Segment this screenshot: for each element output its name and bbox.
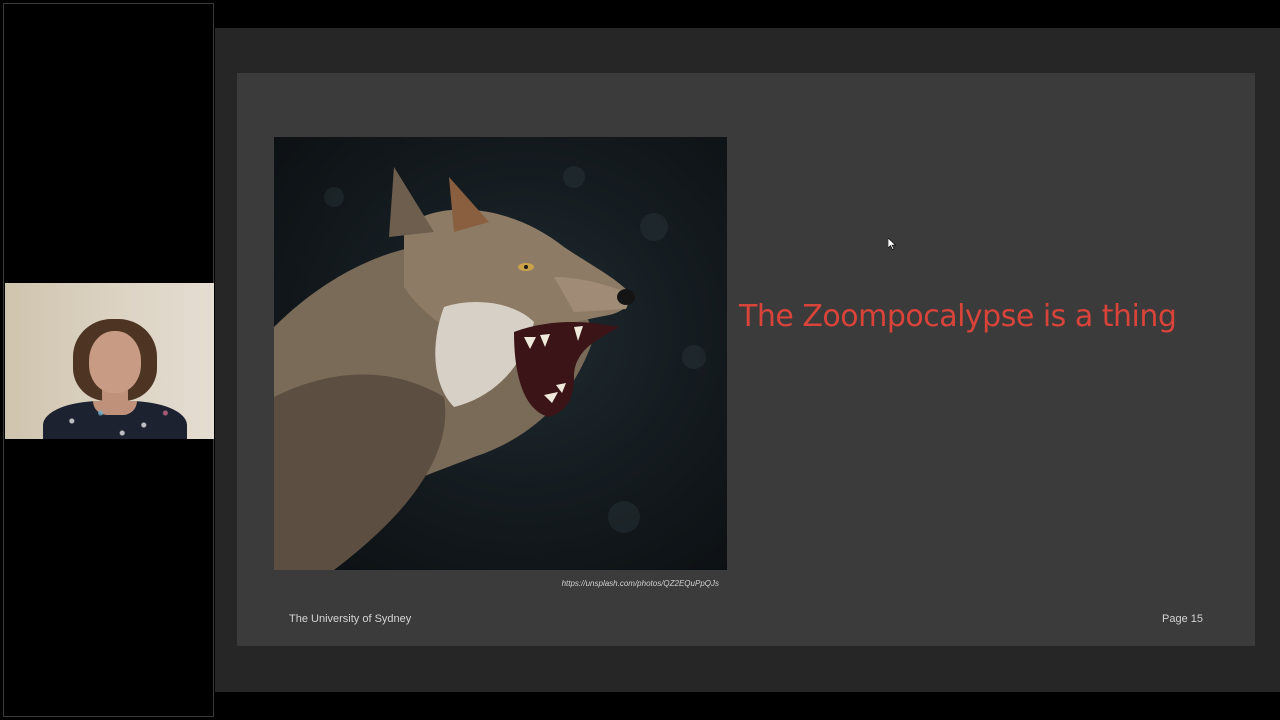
- zoom-screen: https://unsplash.com/photos/QZ2EQuPpQJs …: [0, 0, 1280, 720]
- screen-share-area: https://unsplash.com/photos/QZ2EQuPpQJs …: [215, 28, 1280, 692]
- photo-credit-link[interactable]: https://unsplash.com/photos/QZ2EQuPpQJs: [547, 579, 719, 588]
- participant-panel: [3, 3, 214, 717]
- participant-video[interactable]: [5, 283, 214, 439]
- participant-face: [89, 331, 141, 393]
- slide-title: The Zoompocalypse is a thing: [739, 299, 1177, 334]
- slide-footer-organization: The University of Sydney: [289, 613, 412, 625]
- wolf-illustration: [274, 166, 706, 570]
- mouse-cursor-icon: [888, 238, 896, 250]
- slide-page-number: Page 15: [1162, 613, 1203, 625]
- wolf-photo: [274, 137, 727, 570]
- presentation-slide: https://unsplash.com/photos/QZ2EQuPpQJs …: [237, 73, 1255, 646]
